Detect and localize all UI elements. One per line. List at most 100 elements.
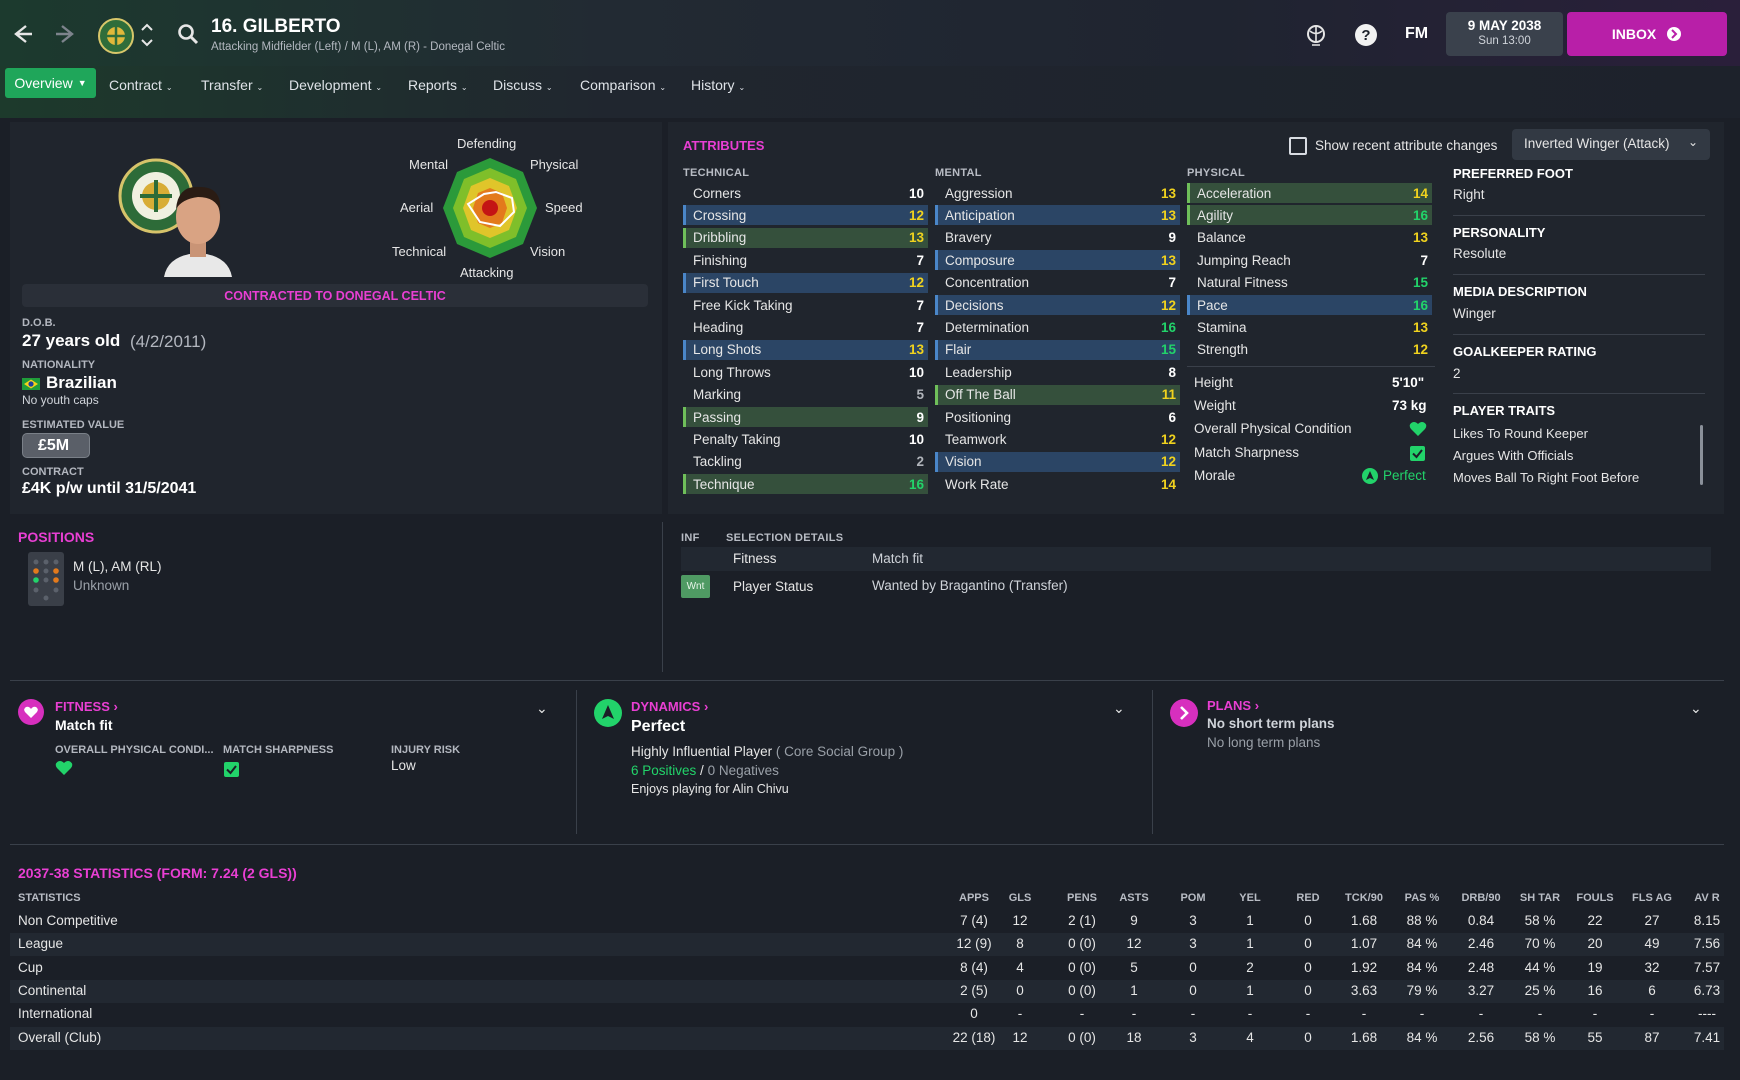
stats-row[interactable]: Non Competitive 7 (4) 12 2 (1) 9 3 1 0 1.68 88 % 0… [10,910,1724,933]
back-arrow-icon[interactable] [8,20,36,48]
attribute-row-bravery[interactable]: Bravery 9 [935,228,1180,248]
stats-column-header[interactable]: AV R [1683,892,1731,904]
attribute-row-leadership[interactable]: Leadership 8 [935,362,1180,382]
plans-expand-icon[interactable]: ⌄ [1690,700,1702,717]
media-description-value: Winger [1453,306,1496,321]
attribute-row-tackling[interactable]: Tackling 2 [683,452,928,472]
dynamics-expand-icon[interactable]: ⌄ [1113,700,1125,717]
tab-comparison[interactable]: Comparison ⌄ [580,71,666,99]
attribute-row-acceleration[interactable]: Acceleration 14 [1187,183,1432,203]
dynamics-positives[interactable]: 6 Positives [631,763,696,778]
attribute-row-pace[interactable]: Pace 16 [1187,295,1432,315]
stats-column-header[interactable]: ASTS [1114,892,1154,904]
attribute-row-vision[interactable]: Vision 12 [935,451,1180,472]
attribute-row-flair[interactable]: Flair 15 [935,339,1180,360]
stats-cell: 22 (18) [952,1029,996,1045]
dob-label: D.O.B. [22,317,56,329]
attribute-row-first-touch[interactable]: First Touch 12 [683,272,928,293]
attribute-row-positioning[interactable]: Positioning 6 [935,407,1180,427]
stats-column-header[interactable]: RED [1288,892,1328,904]
forward-arrow-icon[interactable] [52,20,80,48]
attribute-row-decisions[interactable]: Decisions 12 [935,295,1180,315]
stats-column-header[interactable]: PENS [1055,892,1109,904]
search-icon[interactable] [176,22,200,46]
attribute-row-heading[interactable]: Heading 7 [683,317,928,337]
traits-scrollbar[interactable] [1700,425,1703,485]
attribute-row-long-throws[interactable]: Long Throws 10 [683,362,928,382]
fitness-expand-icon[interactable]: ⌄ [536,700,548,717]
attribute-row-strength[interactable]: Strength 12 [1187,340,1432,360]
help-icon[interactable]: ? [1353,22,1379,48]
attribute-row-aggression[interactable]: Aggression 13 [935,183,1180,203]
attribute-row-free-kick-taking[interactable]: Free Kick Taking 7 [683,295,928,315]
stats-row[interactable]: Cup 8 (4) 4 0 (0) 5 0 2 0 1.92 84 % 2.48 44 % 19 32 7.… [10,957,1724,980]
player-status-value[interactable]: Wanted by Bragantino (Transfer) [872,578,1068,593]
stats-column-header[interactable]: STATISTICS [18,892,218,904]
stats-column-header[interactable]: DRB/90 [1456,892,1506,904]
attribute-row-teamwork[interactable]: Teamwork 12 [935,429,1180,449]
attribute-row-crossing[interactable]: Crossing 12 [683,205,928,226]
tab-history[interactable]: History ⌄ [691,71,745,99]
stats-column-header[interactable]: TCK/90 [1339,892,1389,904]
attribute-row-dribbling[interactable]: Dribbling 13 [683,227,928,248]
stats-cell: 9 [1130,913,1138,928]
attribute-row-composure[interactable]: Composure 13 [935,250,1180,271]
stats-column-header[interactable]: GLS [1000,892,1040,904]
stats-column-header[interactable]: PAS % [1397,892,1447,904]
stats-row[interactable]: International 0- - - - - - - - - - - - ---- [10,1003,1724,1026]
date-widget[interactable]: 9 MAY 2038 Sun 13:00 [1446,12,1563,56]
stats-column-header[interactable]: YEL [1230,892,1270,904]
attribute-row-work-rate[interactable]: Work Rate 14 [935,474,1180,494]
tab-transfer[interactable]: Transfer ⌄ [201,71,263,99]
role-dropdown[interactable]: Inverted Winger (Attack) ⌄ [1512,129,1710,160]
attribute-row-agility[interactable]: Agility 16 [1187,205,1432,226]
stats-row[interactable]: Overall (Club) 22 (18) 12 0 (0) 18 3 4 0 1.68 84 … [10,1026,1724,1050]
estimated-value-badge[interactable]: £5M [22,433,90,458]
attribute-row-corners[interactable]: Corners 10 [683,183,928,203]
tab-contract[interactable]: Contract ⌄ [109,71,173,99]
stats-column-header[interactable]: FLS AG [1627,892,1677,904]
dynamics-negatives[interactable]: 0 Negatives [708,763,779,778]
attribute-row-passing[interactable]: Passing 9 [683,407,928,427]
tab-reports[interactable]: Reports ⌄ [408,71,468,99]
contract-value[interactable]: £4K p/w until 31/5/2041 [22,480,196,498]
club-badge-icon[interactable] [98,18,134,54]
nationality-value[interactable]: Brazilian [46,373,117,393]
switch-player-chevrons-icon[interactable] [139,20,155,50]
stats-title[interactable]: 2037-38 STATISTICS (FORM: 7.24 (2 GLS)) [18,865,297,881]
plans-title[interactable]: PLANS › [1207,698,1259,713]
dynamics-title[interactable]: DYNAMICS › [631,699,708,714]
attribute-row-anticipation[interactable]: Anticipation 13 [935,205,1180,226]
attribute-highlight-marker [935,451,938,472]
tab-discuss[interactable]: Discuss ⌄ [493,71,553,99]
stats-cell: 7 (4) [960,913,988,928]
tab-overview[interactable]: Overview ▼ [5,68,96,98]
attribute-row-penalty-taking[interactable]: Penalty Taking 10 [683,429,928,449]
attribute-row-stamina[interactable]: Stamina 13 [1187,317,1432,337]
attribute-row-natural-fitness[interactable]: Natural Fitness 15 [1187,273,1432,293]
attribute-row-finishing[interactable]: Finishing 7 [683,250,928,270]
chevron-down-icon: ⌄ [1687,135,1698,149]
stats-cell: 0 (0) [1068,936,1096,952]
inbox-button[interactable]: INBOX [1567,12,1727,56]
stats-column-header[interactable]: FOULS [1570,892,1620,904]
attribute-row-determination[interactable]: Determination 16 [935,317,1180,337]
attribute-row-off-the-ball[interactable]: Off The Ball 11 [935,384,1180,405]
fm-menu-button[interactable]: FM [1405,25,1428,43]
tab-development[interactable]: Development ⌄ [289,71,382,99]
attribute-row-long-shots[interactable]: Long Shots 13 [683,339,928,360]
stats-row[interactable]: Continental 2 (5) 0 0 (0) 1 0 1 0 3.63 79 % 3.27 25… [10,979,1724,1003]
fitness-title[interactable]: FITNESS › [55,699,118,714]
attribute-row-concentration[interactable]: Concentration 7 [935,273,1180,293]
attribute-row-marking[interactable]: Marking 5 [683,385,928,405]
stats-row[interactable]: League 12 (9) 8 0 (0) 12 3 1 0 1.07 84 % 2.46 70 % 2… [10,933,1724,957]
attribute-row-jumping-reach[interactable]: Jumping Reach 7 [1187,250,1432,270]
globe-icon[interactable] [1303,22,1329,48]
stats-column-header[interactable]: APPS [946,892,1002,904]
attribute-row-balance[interactable]: Balance 13 [1187,228,1432,248]
stats-column-header[interactable]: SH TAR [1515,892,1565,904]
trait-item: Likes To Round Keeper [1453,426,1588,441]
attribute-row-technique[interactable]: Technique 16 [683,474,928,495]
stats-column-header[interactable]: POM [1173,892,1213,904]
show-changes-checkbox[interactable] [1289,137,1307,155]
